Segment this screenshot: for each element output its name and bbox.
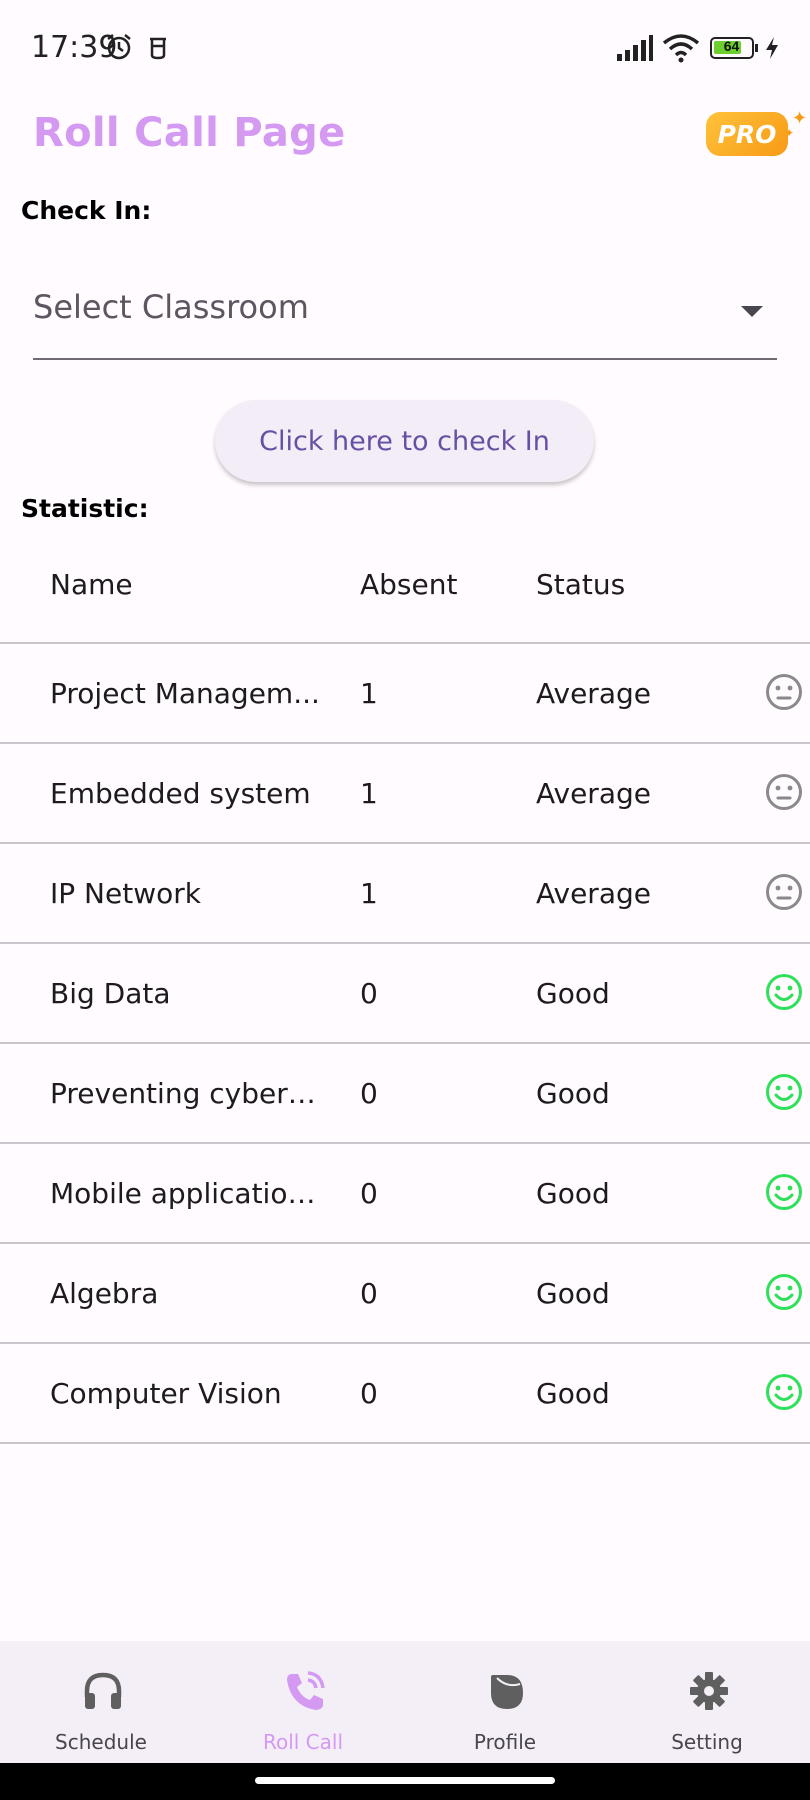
app-notification-icon — [150, 37, 166, 60]
absent-count: 1 — [360, 777, 378, 810]
classroom-dropdown[interactable]: Select Classroom — [33, 270, 777, 360]
sparkle-icon: ✦ — [792, 108, 808, 128]
check-in-button[interactable]: Click here to check In — [215, 400, 594, 482]
statistic-table: Name Absent Status Project Managem... 1 Av… — [0, 542, 810, 1444]
absent-count: 1 — [360, 677, 378, 710]
neutral-face-icon — [766, 774, 802, 810]
subject-name: IP Network — [50, 877, 201, 910]
page-title: Roll Call Page — [33, 110, 346, 156]
table-row: Algebra 0 Good — [0, 1244, 810, 1344]
battery-level: 64 — [723, 38, 740, 54]
status-text: Good — [536, 1077, 610, 1110]
absent-count: 0 — [360, 1377, 378, 1410]
column-header-absent: Absent — [360, 568, 458, 601]
profile-icon — [491, 1675, 523, 1709]
status-text: Good — [536, 1177, 610, 1210]
nav-label-roll-call: Roll Call — [262, 1730, 344, 1754]
table-row: Embedded system 1 Average — [0, 744, 810, 844]
pro-badge[interactable]: PRO — [706, 112, 788, 156]
neutral-face-icon — [766, 874, 802, 910]
table-row: Project Managem... 1 Average — [0, 644, 810, 744]
nav-item-profile[interactable]: Profile — [404, 1641, 606, 1763]
status-text: Good — [536, 977, 610, 1010]
wifi-icon — [662, 34, 700, 63]
nav-label-schedule: Schedule — [55, 1730, 147, 1754]
subject-name: Preventing cyber a... — [50, 1077, 320, 1110]
table-row: Preventing cyber a... 0 Good — [0, 1044, 810, 1144]
table-header: Name Absent Status — [0, 542, 810, 644]
nav-label-setting: Setting — [671, 1730, 743, 1754]
happy-face-icon — [766, 1074, 802, 1110]
statistic-label: Statistic: — [21, 494, 149, 523]
table-row: IP Network 1 Average — [0, 844, 810, 944]
nav-item-schedule[interactable]: Schedule — [0, 1641, 202, 1763]
subject-name: Embedded system — [50, 777, 311, 810]
table-row: Computer Vision 0 Good — [0, 1344, 810, 1444]
sparkle-icon-small: ✦ — [784, 126, 795, 140]
subject-name: Big Data — [50, 977, 171, 1010]
charging-icon — [766, 37, 778, 59]
bottom-navigation: Schedule Roll Call Profile Setting — [0, 1641, 810, 1763]
table-row: Mobile application... 0 Good — [0, 1144, 810, 1244]
absent-count: 0 — [360, 1277, 378, 1310]
phone-call-icon — [287, 1671, 325, 1710]
status-text: Average — [536, 777, 651, 810]
happy-face-icon — [766, 974, 802, 1010]
status-text: Good — [536, 1377, 610, 1410]
battery-icon: 64 — [710, 37, 758, 59]
dropdown-placeholder: Select Classroom — [33, 288, 309, 326]
absent-count: 0 — [360, 977, 378, 1010]
nav-item-setting[interactable]: Setting — [606, 1641, 808, 1763]
status-bar: 17:39 64 — [0, 0, 810, 96]
subject-name: Computer Vision — [50, 1377, 282, 1410]
signal-icon — [617, 35, 653, 61]
table-row: Big Data 0 Good — [0, 944, 810, 1044]
column-header-status: Status — [536, 568, 626, 601]
column-header-name: Name — [50, 568, 133, 601]
headphones-icon — [84, 1672, 122, 1709]
nav-label-profile: Profile — [473, 1730, 537, 1754]
status-text: Average — [536, 877, 651, 910]
absent-count: 1 — [360, 877, 378, 910]
home-indicator[interactable] — [255, 1777, 555, 1784]
absent-count: 0 — [360, 1077, 378, 1110]
happy-face-icon — [766, 1174, 802, 1210]
status-text: Average — [536, 677, 651, 710]
status-text: Good — [536, 1277, 610, 1310]
absent-count: 0 — [360, 1177, 378, 1210]
happy-face-icon — [766, 1274, 802, 1310]
happy-face-icon — [766, 1374, 802, 1410]
nav-item-roll-call[interactable]: Roll Call — [202, 1641, 404, 1763]
system-gesture-bar — [0, 1763, 810, 1800]
dropdown-arrow-icon — [741, 306, 763, 317]
check-in-label: Check In: — [21, 196, 152, 225]
subject-name: Project Managem... — [50, 677, 320, 710]
subject-name: Mobile application... — [50, 1177, 320, 1210]
gear-icon — [690, 1672, 728, 1710]
alarm-icon — [107, 34, 131, 60]
table-body: Project Managem... 1 Average Embedded syste… — [0, 644, 810, 1444]
subject-name: Algebra — [50, 1277, 159, 1310]
neutral-face-icon — [766, 674, 802, 710]
